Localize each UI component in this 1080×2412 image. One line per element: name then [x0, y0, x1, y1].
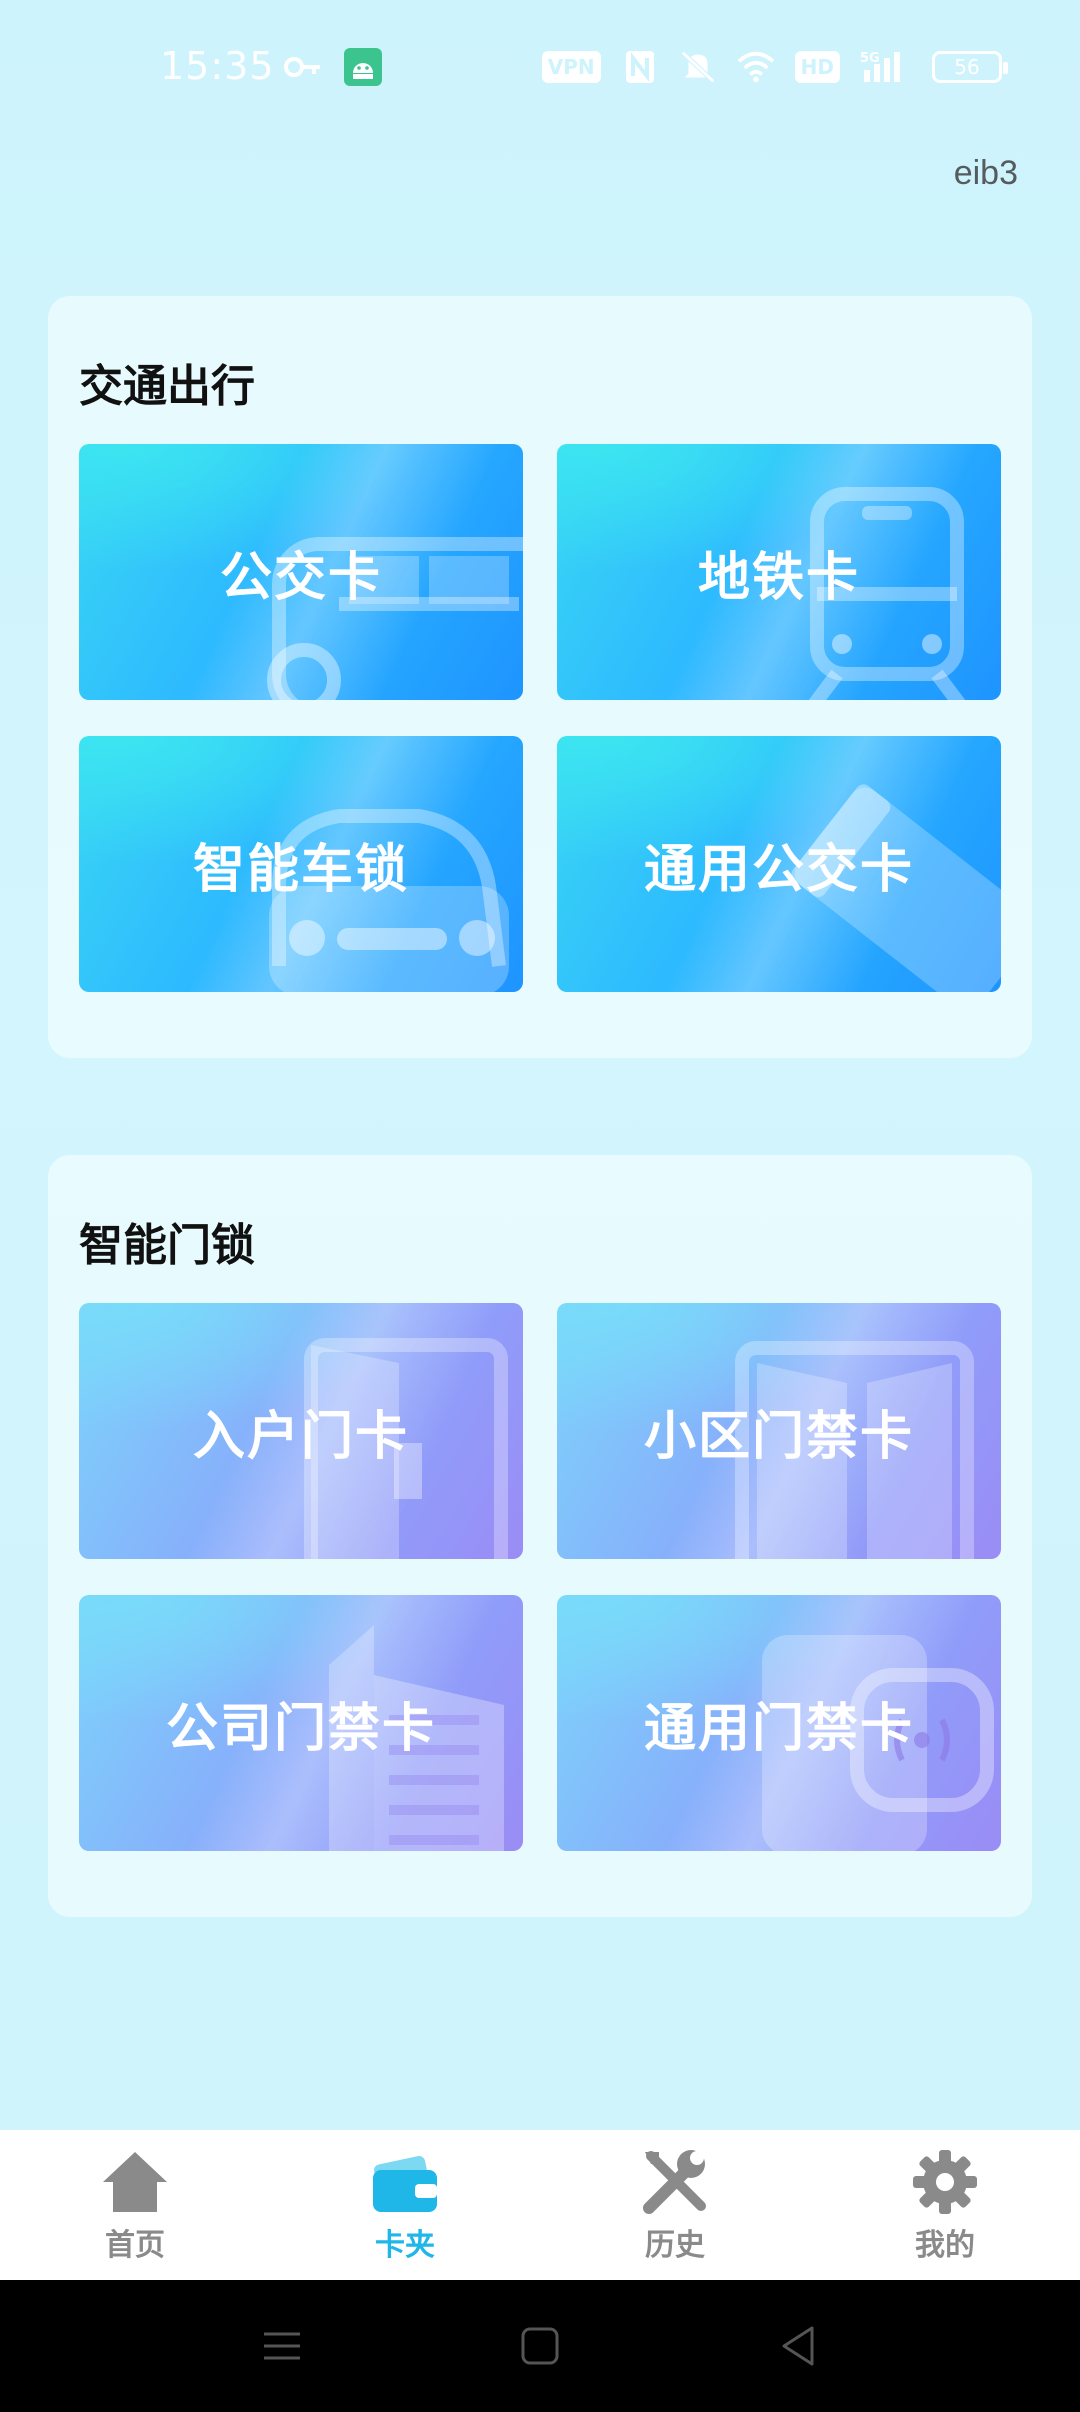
- card-label: 通用门禁卡: [643, 1698, 914, 1759]
- nav-label: 首页: [105, 2228, 165, 2263]
- status-left-icons: [284, 48, 382, 86]
- card-label: 通用公交卡: [643, 839, 914, 900]
- card-label: 公司门禁卡: [165, 1698, 436, 1759]
- universal-bus-card[interactable]: 通用公交卡: [557, 736, 1001, 992]
- community-access-card[interactable]: 小区门禁卡: [557, 1303, 1001, 1559]
- nav-history[interactable]: 历史: [540, 2130, 810, 2280]
- card-label: 智能车锁: [192, 839, 409, 900]
- nav-mine[interactable]: 我的: [810, 2130, 1080, 2280]
- smart-bike-lock-card[interactable]: 智能车锁: [79, 736, 523, 992]
- nav-label: 历史: [645, 2228, 705, 2263]
- back-icon[interactable]: [772, 2320, 824, 2372]
- hd-badge: HD: [794, 51, 840, 83]
- mute-icon: [679, 50, 717, 84]
- key-icon: [284, 50, 322, 84]
- section-door-lock: 智能门锁 入户门卡 小区门禁卡 公司门禁卡 通用门禁卡: [48, 1155, 1032, 1917]
- company-access-card[interactable]: 公司门禁卡: [79, 1595, 523, 1851]
- metro-card[interactable]: 地铁卡: [557, 444, 1001, 700]
- wifi-icon: [737, 50, 775, 84]
- card-label: 公交卡: [219, 547, 382, 608]
- nav-label: 卡夹: [375, 2228, 435, 2263]
- system-nav-bar: [0, 2280, 1080, 2412]
- battery-icon: 56: [932, 51, 1008, 83]
- card-label: 入户门卡: [192, 1406, 409, 1467]
- nav-label: 我的: [915, 2228, 975, 2263]
- vpn-badge: VPN: [541, 51, 601, 83]
- card-label: 小区门禁卡: [643, 1406, 914, 1467]
- section-title: 交通出行: [79, 361, 255, 412]
- status-right-icons: VPN HD 5G 56: [541, 50, 1008, 84]
- tools-icon: [643, 2150, 706, 2214]
- bus-card[interactable]: 公交卡: [79, 444, 523, 700]
- user-id: eib3: [953, 154, 1018, 192]
- svg-text:5G: 5G: [860, 51, 880, 66]
- menu-icon[interactable]: [256, 2320, 308, 2372]
- status-bar: 15:35 VPN HD 5G 56: [0, 0, 1080, 140]
- signal-icon: 5G: [860, 50, 912, 84]
- home-icon: [103, 2152, 167, 2212]
- wallet-icon: [373, 2155, 437, 2212]
- nav-home[interactable]: 首页: [0, 2130, 270, 2280]
- nav-wallet[interactable]: 卡夹: [270, 2130, 540, 2280]
- home-door-card[interactable]: 入户门卡: [79, 1303, 523, 1559]
- android-icon: [344, 48, 382, 86]
- section-title: 智能门锁: [79, 1220, 255, 1271]
- section-transport: 交通出行 公交卡 地铁卡 智能车锁 通用公交卡: [48, 296, 1032, 1058]
- home-square-icon[interactable]: [514, 2320, 566, 2372]
- battery-level: 56: [954, 55, 980, 79]
- nfc-icon: [621, 50, 659, 84]
- card-label: 地铁卡: [697, 547, 860, 608]
- bottom-nav: 首页 卡夹 历史 我的: [0, 2130, 1080, 2280]
- status-time: 15:35: [160, 44, 275, 88]
- universal-access-card[interactable]: 通用门禁卡: [557, 1595, 1001, 1851]
- gear-icon: [913, 2150, 977, 2214]
